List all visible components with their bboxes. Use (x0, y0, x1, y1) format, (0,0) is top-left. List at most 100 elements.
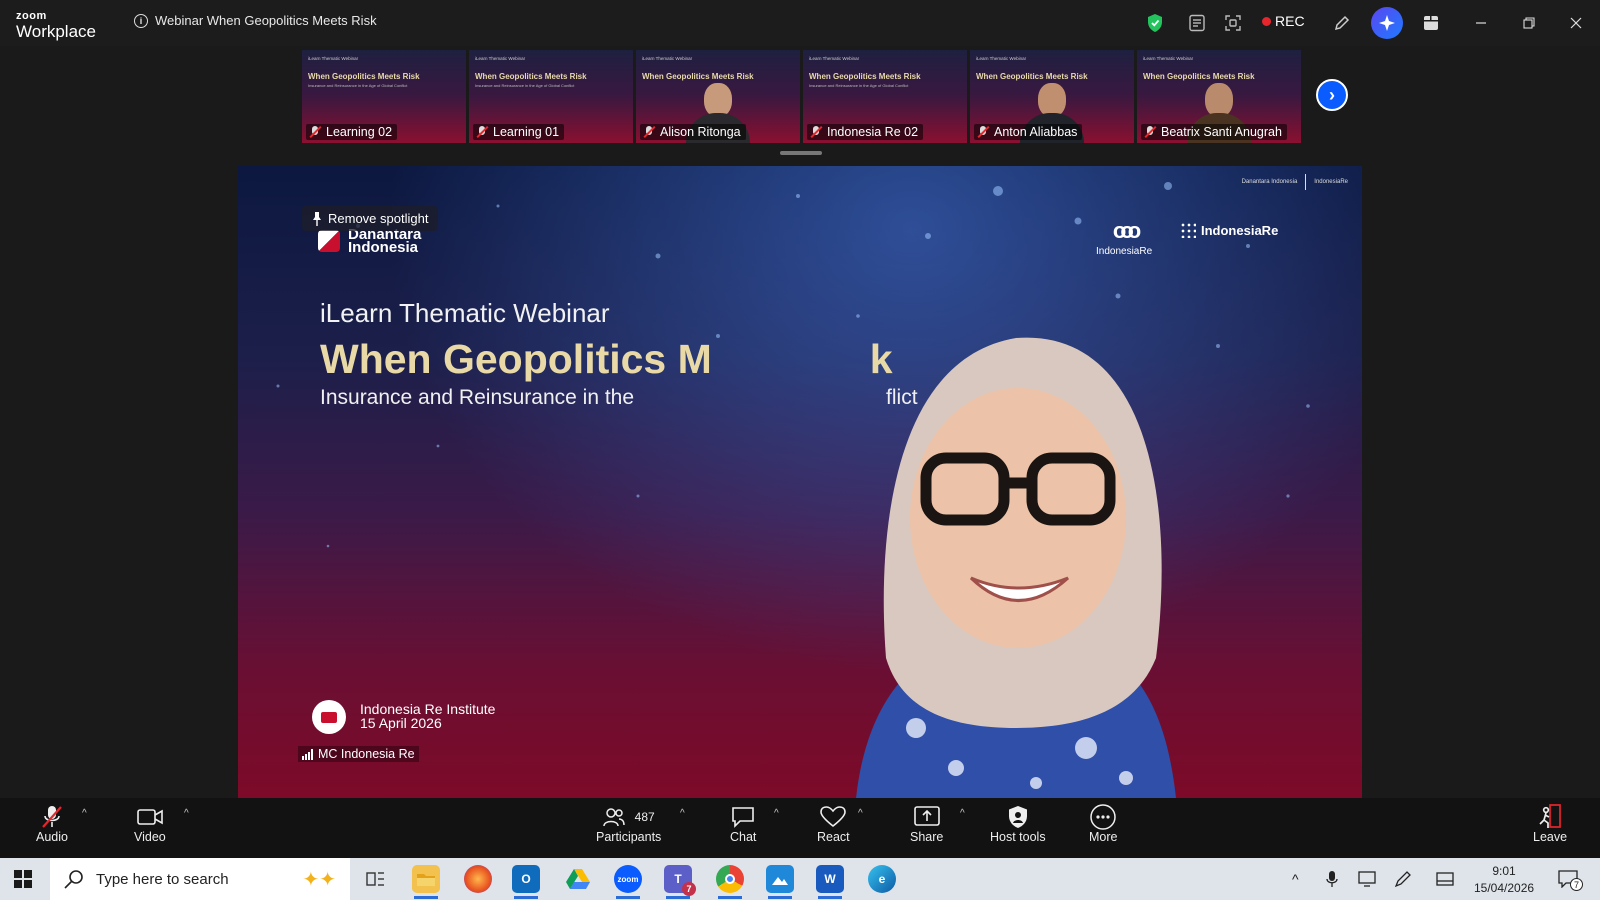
minimize-icon[interactable] (1470, 12, 1492, 34)
camera-logo-icon (312, 700, 346, 734)
participants-icon (602, 808, 625, 827)
rec-label: REC (1275, 13, 1305, 29)
more-button[interactable]: More (1089, 804, 1117, 844)
notifications-icon[interactable]: 7 (1558, 858, 1583, 900)
view-layout-icon[interactable] (1222, 12, 1244, 34)
thumb-slide-sub: Insurance and Reinsurance in the Age of … (308, 83, 408, 88)
mic-muted-icon (643, 126, 655, 138)
video-camera-icon (137, 804, 163, 830)
slide-headline-start: When Geopolitics M (320, 336, 712, 382)
rec-dot-icon (1262, 16, 1271, 26)
google-drive-icon[interactable] (564, 865, 592, 893)
speaker-nametag: MC Indonesia Re (298, 746, 419, 762)
notes-icon[interactable] (1186, 12, 1208, 34)
speaker-video (856, 337, 1176, 798)
chat-options-chevron-icon[interactable]: ^ (774, 808, 779, 819)
participant-nametag: Indonesia Re 02 (807, 124, 924, 140)
photos-icon[interactable] (766, 865, 794, 899)
leave-button[interactable]: Leave (1533, 804, 1567, 844)
search-placeholder: Type here to search (96, 870, 229, 888)
mic-muted-icon (977, 126, 989, 138)
encryption-shield-icon[interactable] (1144, 12, 1166, 34)
restore-icon[interactable] (1518, 12, 1540, 34)
participants-button[interactable]: 487 Participants (596, 804, 661, 844)
taskbar-search-box[interactable]: Type here to search ✦✦ (50, 858, 350, 900)
strip-resize-handle[interactable] (780, 151, 822, 155)
spotlight-video[interactable]: Danantara Indonesia IndonesiaRe Danantar… (238, 166, 1362, 798)
meeting-title[interactable]: i Webinar When Geopolitics Meets Risk (134, 13, 377, 28)
react-options-chevron-icon[interactable]: ^ (858, 808, 863, 819)
chat-bubble-icon (731, 804, 755, 830)
participant-name: Alison Ritonga (660, 125, 741, 139)
next-page-button[interactable]: › (1316, 79, 1348, 111)
audio-options-chevron-icon[interactable]: ^ (82, 808, 87, 819)
danantara-logo: Danantara Indonesia (318, 227, 421, 255)
word-icon[interactable]: W (816, 865, 844, 899)
participant-tile[interactable]: iLearn Thematic Webinar When Geopolitics… (803, 50, 967, 143)
participants-label: Participants (596, 830, 662, 844)
microphone-tray-icon[interactable] (1326, 858, 1338, 900)
event-footer: Indonesia Re Institute 15 April 2026 (360, 702, 495, 730)
outlook-icon[interactable]: O (512, 865, 540, 899)
teams-icon[interactable]: T7 (664, 865, 696, 899)
signal-strength-icon (302, 748, 313, 760)
teams-badge: 7 (682, 882, 696, 896)
participant-tile[interactable]: iLearn Thematic Webinar When Geopolitics… (970, 50, 1134, 143)
participant-nametag: Alison Ritonga (640, 124, 746, 140)
footer-org: Indonesia Re Institute (360, 701, 496, 717)
chrome-icon[interactable] (716, 865, 744, 899)
participants-options-chevron-icon[interactable]: ^ (680, 808, 685, 819)
windows-start-icon[interactable] (14, 870, 32, 888)
institute-wordmark: IndonesiaRe (1201, 222, 1279, 238)
participant-tile[interactable]: iLearn Thematic Webinar When Geopolitics… (1137, 50, 1301, 143)
recording-indicator[interactable]: REC (1262, 13, 1305, 29)
keyboard-tray-icon[interactable] (1436, 858, 1454, 900)
zoom-workplace-logo: zoom Workplace (16, 11, 96, 41)
remove-spotlight-button[interactable]: Remove spotlight (302, 206, 439, 231)
divider (1305, 174, 1307, 190)
share-button[interactable]: Share (910, 804, 943, 844)
task-view-icon[interactable] (362, 865, 390, 893)
ai-companion-icon[interactable] (1371, 7, 1403, 39)
danantara-wordmark: Danantara Indonesia (348, 227, 421, 255)
participant-name: Anton Aliabbas (994, 125, 1078, 139)
thumb-slide-headline: When Geopolitics Meets Risk (976, 72, 1088, 81)
mic-muted-icon (1144, 126, 1156, 138)
participant-tile[interactable]: iLearn Thematic Webinar When Geopolitics… (636, 50, 800, 143)
apps-icon[interactable] (1420, 12, 1442, 34)
participant-name: Learning 02 (326, 125, 393, 139)
audio-button[interactable]: Audio (36, 804, 68, 844)
react-button[interactable]: React (817, 804, 850, 844)
pen-tray-icon[interactable] (1394, 858, 1412, 900)
mic-muted-icon (476, 126, 488, 138)
chat-button[interactable]: Chat (730, 804, 756, 844)
share-label: Share (910, 830, 944, 844)
participant-tile[interactable]: iLearn Thematic Webinar When Geopolitics… (302, 50, 466, 143)
firefox-icon[interactable] (464, 865, 492, 893)
clock-date: 15/04/2026 (1474, 881, 1535, 895)
thumb-slide-kicker: iLearn Thematic Webinar (475, 56, 526, 61)
participant-tile[interactable]: iLearn Thematic Webinar When Geopolitics… (469, 50, 633, 143)
participant-nametag: Beatrix Santi Anugrah (1141, 124, 1287, 140)
search-icon (64, 870, 83, 889)
thumb-slide-headline: When Geopolitics Meets Risk (475, 72, 587, 81)
pencil-icon[interactable] (1331, 12, 1353, 34)
title-bar: zoom Workplace i Webinar When Geopolitic… (0, 0, 1600, 46)
indonesiare-institute-logo: IndonesiaRe (1180, 222, 1278, 238)
display-tray-icon[interactable] (1358, 858, 1376, 900)
edge-icon[interactable]: e (868, 865, 896, 893)
host-tools-button[interactable]: Host tools (990, 804, 1046, 844)
video-button[interactable]: Video (134, 804, 166, 844)
system-clock[interactable]: 9:01 15/04/2026 (1474, 863, 1534, 897)
notification-count: 7 (1570, 878, 1583, 891)
file-explorer-icon[interactable] (412, 865, 440, 899)
video-options-chevron-icon[interactable]: ^ (184, 808, 189, 819)
close-icon[interactable] (1565, 12, 1587, 34)
participants-count: 487 (634, 810, 655, 824)
zoom-icon[interactable]: zoom (614, 865, 642, 899)
info-icon[interactable]: i (134, 13, 148, 28)
participant-strip: iLearn Thematic Webinar When Geopolitics… (0, 46, 1600, 158)
thumb-slide-headline: When Geopolitics Meets Risk (1143, 72, 1255, 81)
share-options-chevron-icon[interactable]: ^ (960, 808, 965, 819)
show-hidden-icons-chevron-icon[interactable]: ^ (1292, 858, 1299, 900)
